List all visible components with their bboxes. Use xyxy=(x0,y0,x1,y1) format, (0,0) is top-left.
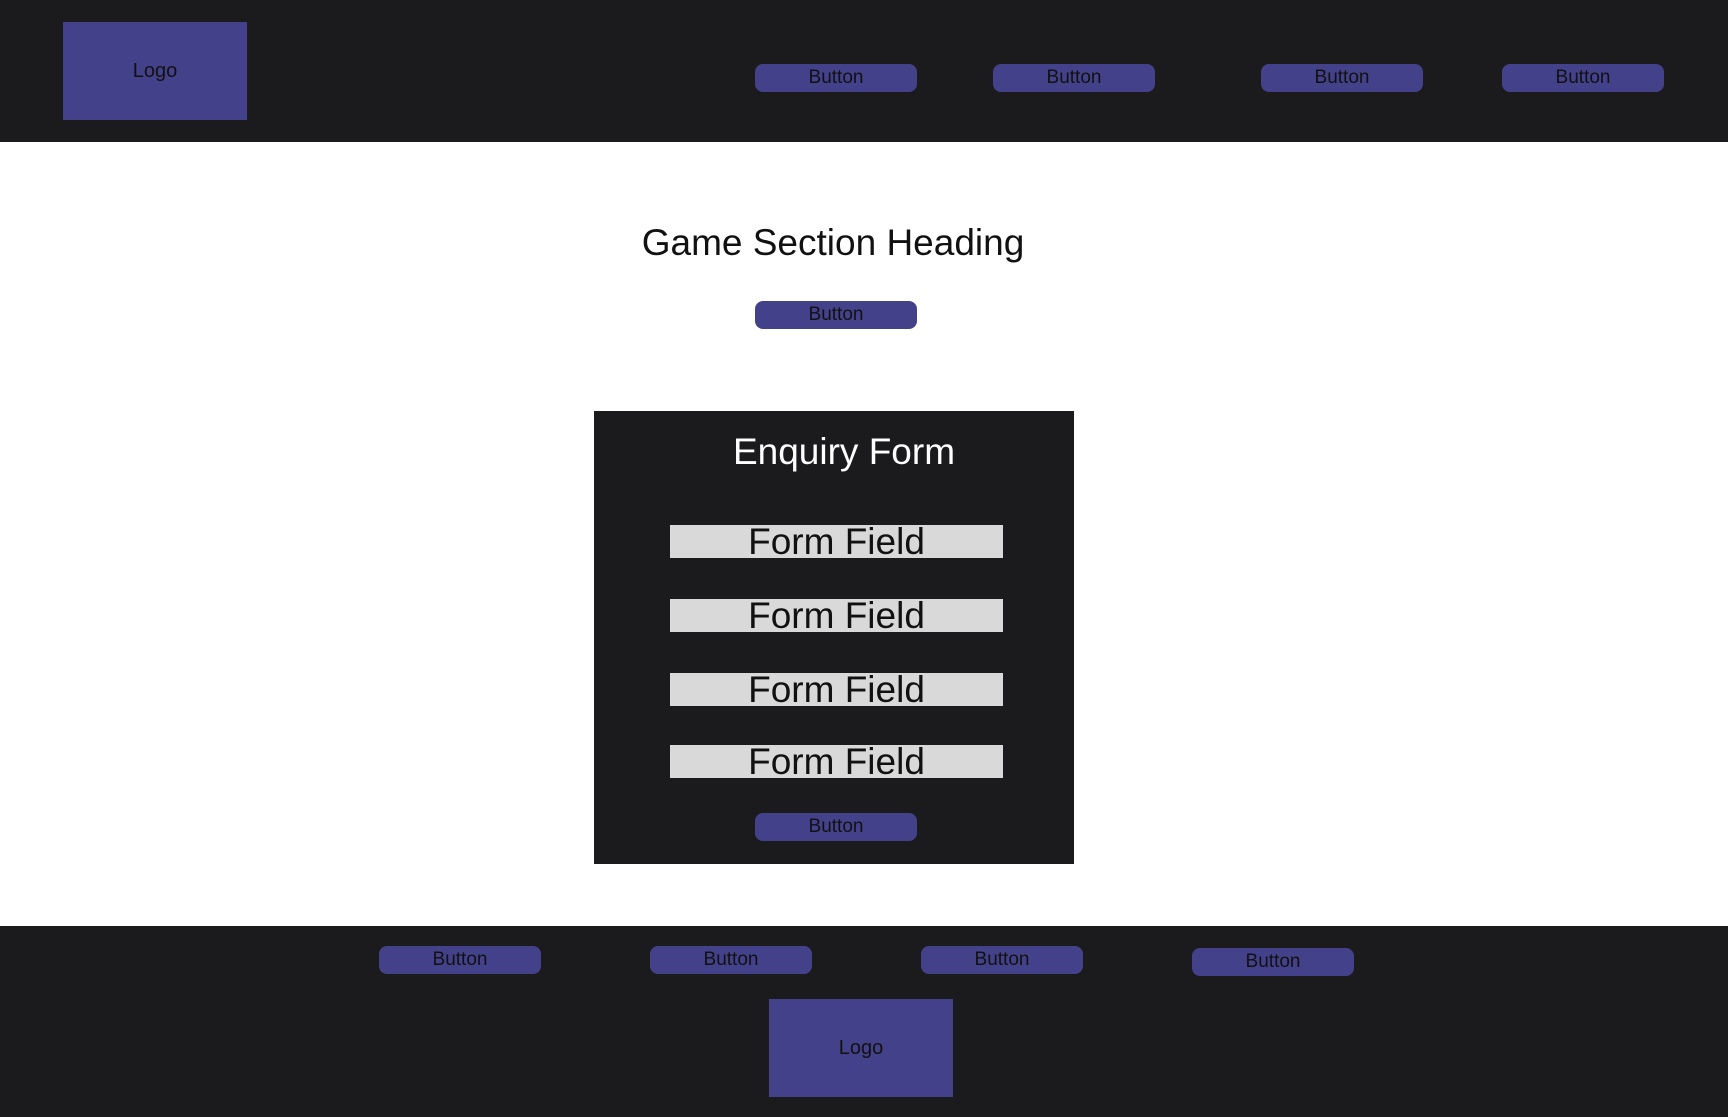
header-nav-button-2[interactable]: Button xyxy=(993,64,1155,92)
header-logo-label: Logo xyxy=(132,59,178,82)
footer-logo[interactable]: Logo xyxy=(769,999,953,1097)
footer-nav-button-1-label: Button xyxy=(432,949,488,970)
form-field-1[interactable]: Form Field xyxy=(670,525,1003,558)
header-nav-button-2-label: Button xyxy=(1046,67,1102,88)
footer-nav-button-2-label: Button xyxy=(703,949,759,970)
header-nav-button-1[interactable]: Button xyxy=(755,64,917,92)
footer-nav-button-3-label: Button xyxy=(974,949,1030,970)
form-submit-button-label: Button xyxy=(808,816,864,837)
form-submit-button[interactable]: Button xyxy=(755,813,917,841)
footer-nav-button-4[interactable]: Button xyxy=(1192,948,1354,976)
game-section-heading: Game Section Heading xyxy=(641,222,1025,263)
footer-nav-button-4-label: Button xyxy=(1245,951,1301,972)
header-nav-button-4[interactable]: Button xyxy=(1502,64,1664,92)
enquiry-form-title: Enquiry Form xyxy=(732,431,956,472)
site-header: Logo Button Button Button Button xyxy=(0,0,1728,142)
header-nav-button-4-label: Button xyxy=(1555,67,1611,88)
header-nav-button-3[interactable]: Button xyxy=(1261,64,1423,92)
game-section-button-label: Button xyxy=(808,304,864,325)
game-section-button[interactable]: Button xyxy=(755,301,917,329)
footer-nav-button-1[interactable]: Button xyxy=(379,946,541,974)
form-field-3[interactable]: Form Field xyxy=(670,673,1003,706)
footer-logo-label: Logo xyxy=(838,1036,884,1059)
form-field-2[interactable]: Form Field xyxy=(670,599,1003,632)
header-nav-button-1-label: Button xyxy=(808,67,864,88)
enquiry-form: Enquiry Form Form Field Form Field Form … xyxy=(594,411,1074,864)
footer-nav-button-3[interactable]: Button xyxy=(921,946,1083,974)
header-logo[interactable]: Logo xyxy=(63,22,247,120)
footer-nav-button-2[interactable]: Button xyxy=(650,946,812,974)
form-field-4[interactable]: Form Field xyxy=(670,745,1003,778)
header-nav-button-3-label: Button xyxy=(1314,67,1370,88)
site-footer: Button Button Button Button Logo xyxy=(0,926,1728,1117)
